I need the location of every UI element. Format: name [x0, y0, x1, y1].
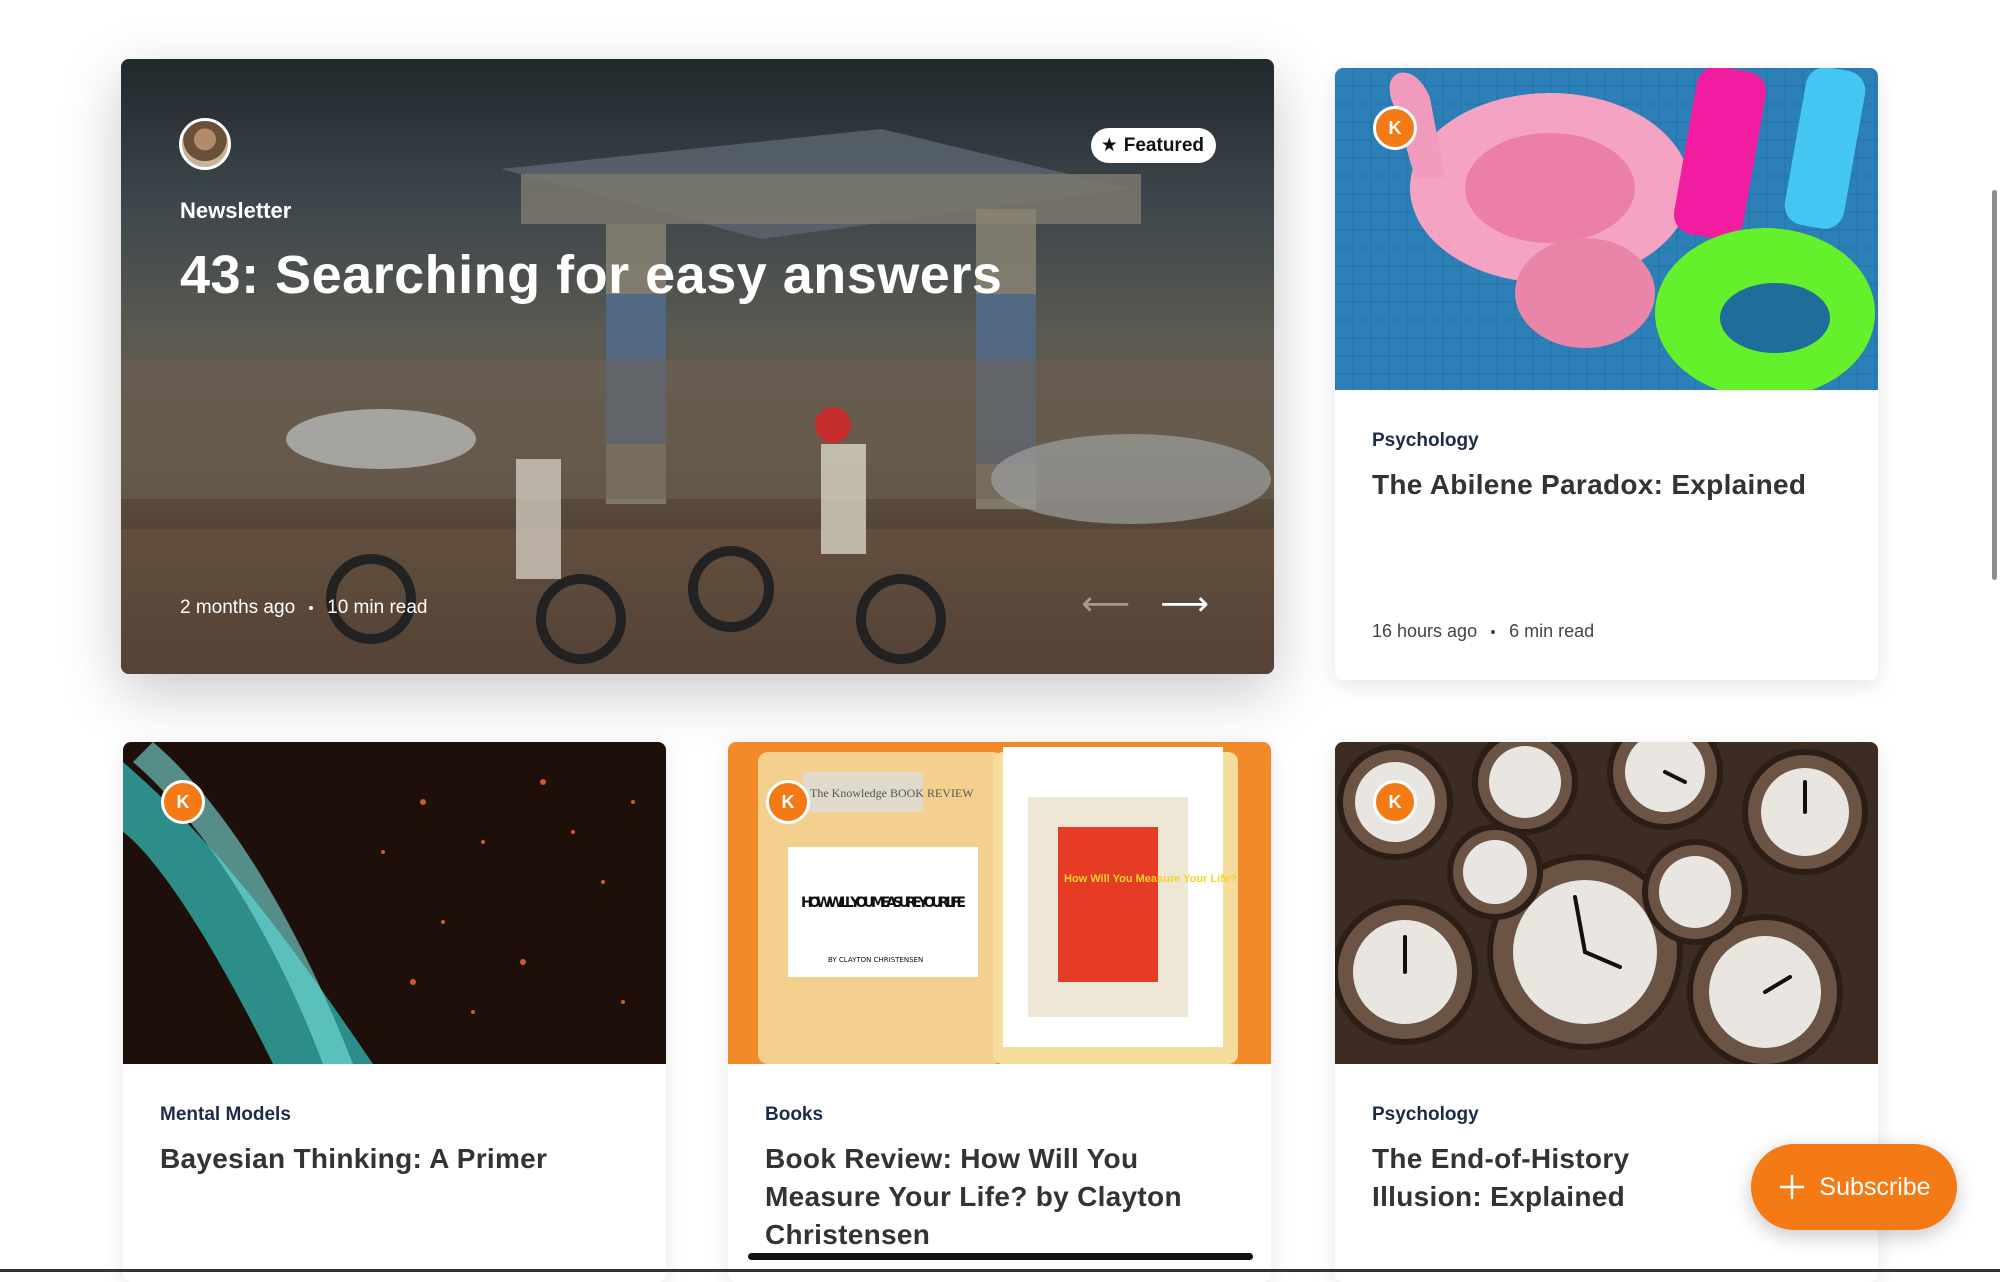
book-note-author: BY CLAYTON CHRISTENSEN: [828, 956, 923, 964]
book-tag-text: The Knowledge BOOK REVIEW: [810, 786, 974, 800]
separator-dot: [309, 606, 314, 610]
subscribe-label: Subscribe: [1819, 1172, 1931, 1201]
post-category[interactable]: Newsletter: [180, 198, 291, 224]
author-avatar[interactable]: K: [766, 780, 810, 824]
post-thumbnail: [1335, 68, 1878, 390]
home-indicator[interactable]: [748, 1253, 1253, 1260]
post-title[interactable]: The End-of-History Illusion: Explained: [1372, 1140, 1728, 1216]
post-meta: 2 months ago 10 min read: [180, 597, 427, 619]
post-title[interactable]: Bayesian Thinking: A Primer: [160, 1140, 636, 1178]
post-thumbnail: [123, 742, 666, 1064]
post-card[interactable]: K Psychology The Abilene Paradox: Explai…: [1335, 68, 1878, 680]
arrow-left-icon[interactable]: ⟵: [1082, 584, 1131, 624]
post-title[interactable]: 43: Searching for easy answers: [180, 244, 1002, 306]
post-title[interactable]: Book Review: How Will You Measure Your L…: [765, 1140, 1241, 1254]
arrow-right-icon[interactable]: ⟶: [1160, 584, 1209, 624]
book-note-title: HOW WILL YOU MEASURE YOUR LIFE: [801, 895, 966, 911]
author-avatar[interactable]: K: [1373, 780, 1417, 824]
post-thumbnail: [1335, 742, 1878, 1064]
read-time: 10 min read: [327, 597, 428, 618]
post-meta: 16 hours ago 6 min read: [1372, 621, 1594, 642]
plus-icon: [1780, 1175, 1805, 1199]
post-date: 16 hours ago: [1372, 621, 1478, 641]
separator-dot: [1491, 629, 1496, 634]
author-avatar[interactable]: K: [1373, 106, 1417, 150]
featured-card[interactable]: ★ Featured Newsletter 43: Searching for …: [121, 59, 1274, 674]
star-icon: ★: [1100, 135, 1118, 156]
post-date: 2 months ago: [180, 597, 296, 618]
featured-badge: ★ Featured: [1090, 128, 1216, 163]
scrollbar[interactable]: [1992, 190, 1997, 580]
author-avatar[interactable]: [179, 118, 231, 170]
post-category[interactable]: Psychology: [1372, 430, 1479, 452]
post-category[interactable]: Books: [765, 1104, 823, 1126]
post-category[interactable]: Mental Models: [160, 1104, 291, 1126]
post-title[interactable]: The Abilene Paradox: Explained: [1372, 466, 1848, 504]
post-thumbnail: The Knowledge BOOK REVIEW HOW WILL YOU M…: [728, 742, 1271, 1064]
carousel-controls: ⟵ ⟶: [1082, 584, 1210, 624]
author-avatar[interactable]: K: [161, 780, 205, 824]
read-time: 6 min read: [1509, 621, 1595, 641]
post-card[interactable]: K Mental Models Bayesian Thinking: A Pri…: [123, 742, 666, 1282]
book-cover-title: How Will You Measure Your Life?: [1064, 873, 1237, 885]
post-category[interactable]: Psychology: [1372, 1104, 1479, 1126]
subscribe-button[interactable]: Subscribe: [1751, 1144, 1957, 1230]
post-card[interactable]: The Knowledge BOOK REVIEW HOW WILL YOU M…: [728, 742, 1271, 1282]
